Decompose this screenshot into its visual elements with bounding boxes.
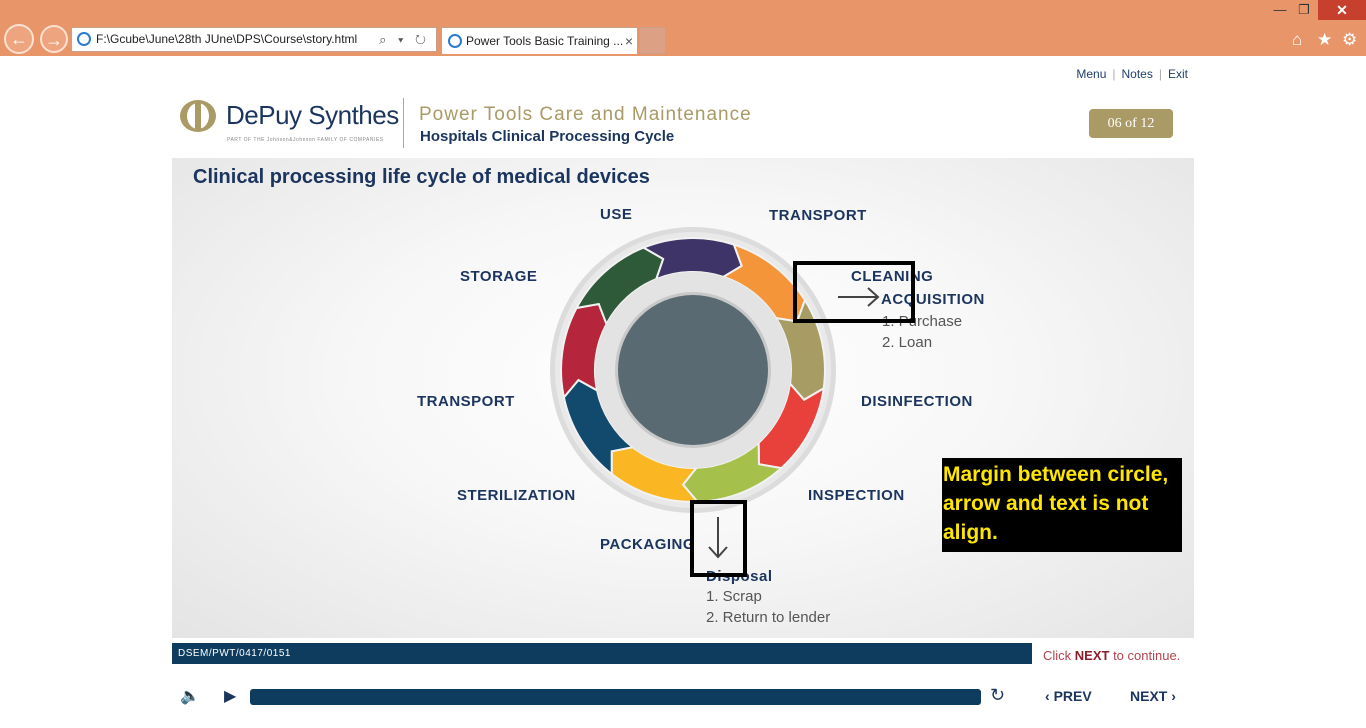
continue-hint: Click NEXT to continue. xyxy=(1043,648,1180,663)
ie-icon xyxy=(448,34,462,48)
disposal-item: 1. Scrap xyxy=(706,588,762,605)
highlight-box-disposal xyxy=(690,500,747,577)
separator: | xyxy=(1112,67,1116,81)
stage-transport-top: TRANSPORT xyxy=(769,207,867,224)
player-controls: 🔈 ▶ ↻ ‹ PREV NEXT › xyxy=(172,682,1194,712)
minimize-icon[interactable]: — xyxy=(1270,0,1290,20)
menu-link[interactable]: Menu xyxy=(1076,67,1106,81)
top-links: Menu | Notes | Exit xyxy=(1076,67,1188,81)
volume-icon[interactable]: 🔈 xyxy=(180,686,200,706)
restore-icon[interactable]: ❐ xyxy=(1294,0,1314,20)
address-tools-icon[interactable]: ⌕ ▾ ↻ xyxy=(379,28,430,51)
ie-icon xyxy=(77,32,91,46)
stage-inspection: INSPECTION xyxy=(808,487,905,504)
favorites-star-icon[interactable]: ★ xyxy=(1317,30,1332,50)
continue-next: NEXT xyxy=(1074,648,1110,663)
continue-prefix: Click xyxy=(1043,648,1075,663)
stage-transport-left: TRANSPORT xyxy=(417,393,515,410)
tab-close-icon[interactable]: × xyxy=(625,28,633,54)
chevron-right-icon: › xyxy=(1171,688,1176,704)
page-counter: 06 of 12 xyxy=(1089,109,1173,138)
next-button[interactable]: NEXT › xyxy=(1130,688,1176,704)
browser-tab[interactable]: Power Tools Basic Training ... × xyxy=(441,27,638,54)
address-bar[interactable]: F:\Gcube\June\28th JUne\DPS\Course\story… xyxy=(71,27,437,52)
stage-disinfection: DISINFECTION xyxy=(861,393,973,410)
course-subtitle: Hospitals Clinical Processing Cycle xyxy=(420,128,675,145)
disposal-item: 2. Return to lender xyxy=(706,609,831,626)
tab-title: Power Tools Basic Training ... xyxy=(466,34,624,48)
back-button[interactable]: ← xyxy=(4,24,34,54)
stage-sterilization: STERILIZATION xyxy=(457,487,576,504)
header-divider xyxy=(403,98,404,148)
continue-suffix: to continue. xyxy=(1109,648,1181,663)
prev-label: PREV xyxy=(1053,688,1092,704)
new-tab-button[interactable] xyxy=(639,27,666,54)
brand-name: DePuy Synthes xyxy=(226,100,399,130)
chevron-left-icon: ‹ xyxy=(1045,688,1050,704)
stage-use: USE xyxy=(600,206,633,223)
footer-code-bar: DSEM/PWT/0417/0151 xyxy=(172,643,1032,664)
replay-icon[interactable]: ↻ xyxy=(990,685,1005,706)
notes-link[interactable]: Notes xyxy=(1122,67,1153,81)
prev-button[interactable]: ‹ PREV xyxy=(1045,688,1092,704)
browser-chrome: ← → F:\Gcube\June\28th JUne\DPS\Course\s… xyxy=(0,0,1366,56)
review-annotation: Margin between circle, arrow and text is… xyxy=(942,458,1182,552)
separator: | xyxy=(1158,67,1162,81)
footer-code: DSEM/PWT/0417/0151 xyxy=(178,648,291,659)
slide-title: Clinical processing life cycle of medica… xyxy=(193,166,650,188)
address-text: F:\Gcube\June\28th JUne\DPS\Course\story… xyxy=(96,32,358,46)
next-label: NEXT xyxy=(1130,688,1168,704)
cycle-hub xyxy=(618,295,768,445)
acquisition-item: 2. Loan xyxy=(882,334,933,351)
course-title: Power Tools Care and Maintenance xyxy=(419,104,752,125)
settings-gear-icon[interactable]: ⚙ xyxy=(1342,30,1357,50)
progress-bar[interactable] xyxy=(250,689,981,705)
stage-storage: STORAGE xyxy=(460,268,538,285)
forward-button[interactable]: → xyxy=(40,25,68,53)
stage-packaging: PACKAGING xyxy=(600,536,696,553)
brand-tagline: PART OF THE Johnson&Johnson FAMILY OF CO… xyxy=(227,137,384,143)
window-close-icon[interactable]: ✕ xyxy=(1318,0,1366,20)
exit-link[interactable]: Exit xyxy=(1168,67,1188,81)
home-icon[interactable]: ⌂ xyxy=(1292,30,1302,50)
highlight-box-acquisition xyxy=(793,261,915,323)
depuy-synthes-logo-icon xyxy=(180,100,216,132)
play-icon[interactable]: ▶ xyxy=(224,686,236,706)
